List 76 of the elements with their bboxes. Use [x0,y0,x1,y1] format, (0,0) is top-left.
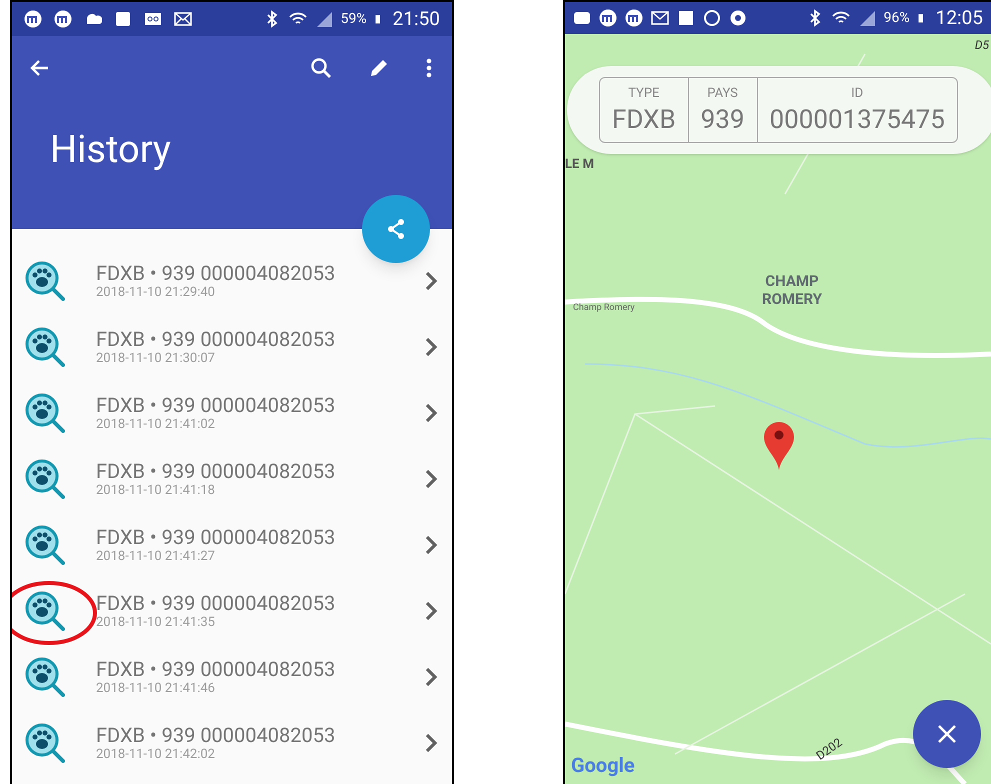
field-value: FDXB [612,104,676,136]
history-list-item[interactable]: FDXB • 939 000004082053 2018-11-10 21:41:18 [12,446,452,512]
record-date: 2018-11-10 21:41:46 [96,681,216,697]
paw-search-icon [24,722,66,764]
record-date: 2018-11-10 21:41:02 [96,417,216,433]
chevron-right-icon [424,336,438,358]
paw-search-icon [24,458,66,500]
record-date: 2018-11-10 21:29:40 [96,285,216,301]
app-notification-icon [599,9,617,27]
chevron-right-icon [424,666,438,688]
app-notification-icon [54,10,72,28]
paw-search-icon [24,656,66,698]
record-date: 2018-11-10 21:41:18 [96,483,216,499]
clock-time: 21:50 [392,6,440,32]
more-vertical-icon [426,57,432,79]
chevron-right-icon [424,270,438,292]
history-list-item[interactable]: FDXB • 939 000004082053 2018-11-10 21:41:46 [12,644,452,710]
record-title: FDXB • 939 000004082053 [96,657,336,681]
pencil-icon [368,57,390,79]
field-value: 939 [700,104,744,136]
record-title: FDXB • 939 000004082053 [96,723,336,747]
record-title: FDXB • 939 000004082053 [96,327,336,351]
mail-icon [174,10,192,28]
battery-percent: 96% [884,8,910,28]
search-icon [310,57,332,79]
more-options-button[interactable] [426,57,432,79]
map-label: LE M [565,156,594,174]
app-notification-icon [24,10,42,28]
field-label: ID [851,85,864,104]
chevron-right-icon [424,600,438,622]
location-pin-icon [763,421,795,471]
mail-icon [651,9,669,27]
record-title: FDXB • 939 000004082053 [96,459,336,483]
record-title: FDXB • 939 000004082053 [96,525,336,549]
history-list-item[interactable]: FDXB • 939 000004082053 2018-11-10 21:30:07 [12,314,452,380]
square-app-icon [114,10,132,28]
chevron-right-icon [424,402,438,424]
record-date: 2018-11-10 21:30:07 [96,351,216,367]
edit-button[interactable] [368,57,390,79]
history-list-item[interactable]: FDXB • 939 000004082053 2018-11-10 21:29:40 [12,248,452,314]
map-label: Champ Romery [573,302,635,315]
history-list-item[interactable]: FDXB • 939 000004082053 2018-11-10 21:41:35 [12,578,452,644]
map-label: D5 [974,37,989,54]
signal-icon [858,9,876,27]
paw-search-icon [24,590,66,632]
history-list-item[interactable]: FDXB • 939 000004082053 2018-11-10 21:42:02 [12,710,452,776]
record-title: FDXB • 939 000004082053 [96,393,336,417]
paw-search-icon [24,392,66,434]
paw-search-icon [24,260,66,302]
paw-search-icon [24,326,66,368]
map-label: CHAMP ROMERY [760,272,824,308]
record-date: 2018-11-10 21:42:02 [96,747,216,763]
record-date: 2018-11-10 21:41:27 [96,549,216,565]
history-list-item[interactable]: FDXB • 939 000004082053 2018-11-10 21:41:27 [12,512,452,578]
field-label: PAYS [707,85,738,104]
record-date: 2018-11-10 21:41:35 [96,615,216,631]
back-arrow-icon [30,58,50,78]
record-title: FDXB • 939 000004082053 [96,591,336,615]
google-logo: Google [571,752,635,779]
chevron-right-icon [424,534,438,556]
field-value: 000001375475 [770,104,945,136]
chevron-right-icon [424,732,438,754]
screen-title: History [50,127,172,174]
chevron-right-icon [424,468,438,490]
app-notification-icon [625,9,643,27]
close-icon [936,723,958,745]
clock-time: 12:05 [936,4,983,31]
battery-percent: 59% [340,10,367,28]
signal-icon [314,10,333,28]
field-label: TYPE [628,85,660,104]
chat-bubble-icon [573,9,591,27]
paw-search-icon [24,524,66,566]
search-button[interactable] [310,57,332,79]
voicemail-icon [144,10,162,28]
record-title: FDXB • 939 000004082053 [96,261,336,285]
history-list-item[interactable]: FDXB • 939 000004082053 2018-11-10 21:41:02 [12,380,452,446]
